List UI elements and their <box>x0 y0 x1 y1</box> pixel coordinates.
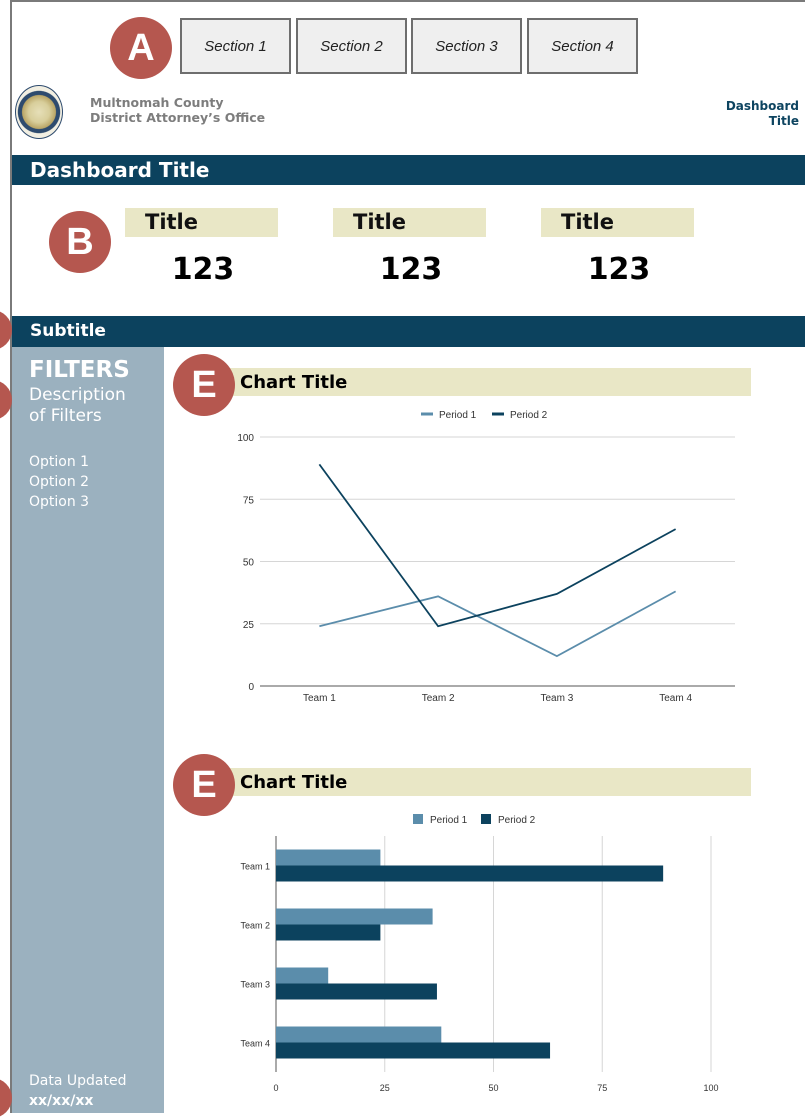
y-tick-label: Team 3 <box>240 980 270 990</box>
bar-2 <box>276 865 664 882</box>
bar-chart: 0 25 50 75 100 Team 1 Team 2 Team 3 Team 4 Period… <box>240 814 719 1093</box>
legend-label: Period 2 <box>498 815 536 826</box>
y-tick-label: Team 2 <box>240 921 270 931</box>
y-tick-label: Team 4 <box>240 1039 270 1049</box>
bar-1 <box>276 967 329 984</box>
bar-1 <box>276 1026 442 1043</box>
x-tick-label: 75 <box>597 1083 607 1093</box>
legend-label: Period 1 <box>430 815 468 826</box>
bar-1 <box>276 908 433 925</box>
y-tick-label: Team 1 <box>240 862 270 872</box>
bar-1 <box>276 849 381 866</box>
legend-swatch <box>481 814 491 824</box>
x-tick-label: 50 <box>488 1083 498 1093</box>
x-tick-label: 25 <box>380 1083 390 1093</box>
bar-2 <box>276 1042 551 1059</box>
x-tick-label: 100 <box>703 1083 718 1093</box>
legend-swatch <box>413 814 423 824</box>
x-tick-label: 0 <box>273 1083 278 1093</box>
bar-2 <box>276 924 381 941</box>
bar-2 <box>276 983 437 1000</box>
